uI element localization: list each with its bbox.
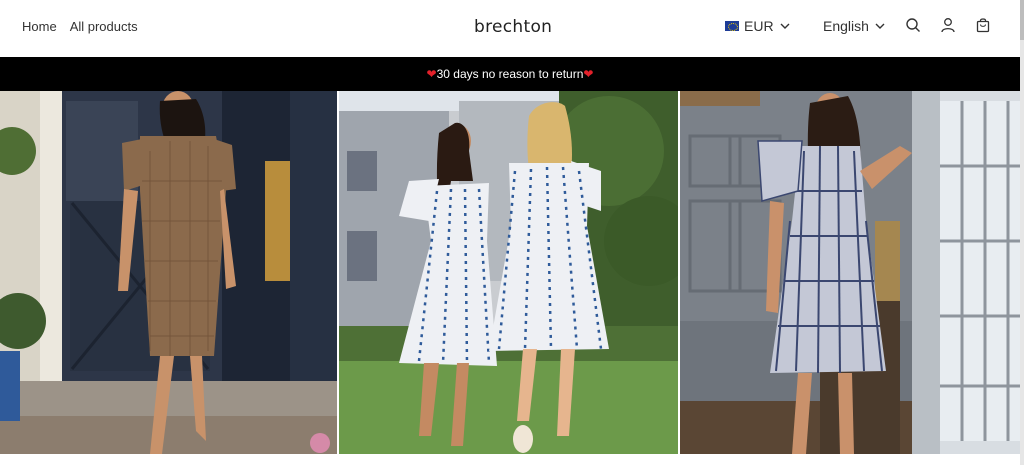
blue-floral-dresses-photo[interactable]	[339, 91, 678, 454]
scrollbar-thumb[interactable]	[1020, 0, 1024, 40]
language-label: English	[823, 18, 869, 34]
nav-home-link[interactable]: Home	[22, 19, 57, 34]
page-scrollbar[interactable]	[1020, 0, 1024, 465]
main-nav: Home All products	[22, 19, 138, 34]
account-icon[interactable]	[940, 17, 956, 33]
plaid-puff-sleeve-dress-photo[interactable]	[680, 91, 1020, 454]
site-header: Home All products brechton EUR English	[0, 0, 1020, 57]
search-icon[interactable]	[905, 17, 921, 33]
header-icons	[905, 17, 991, 33]
nav-all-products-link[interactable]: All products	[70, 19, 138, 34]
currency-selector[interactable]: EUR	[725, 18, 791, 34]
currency-label: EUR	[744, 18, 774, 34]
heart-icon: ❤	[426, 67, 437, 81]
announcement-text: 30 days no reason to return	[436, 67, 584, 81]
eu-flag-icon	[725, 21, 739, 31]
heart-icon: ❤	[583, 67, 594, 81]
chevron-down-icon	[780, 23, 790, 29]
language-selector[interactable]: English	[823, 18, 886, 34]
chevron-down-icon	[875, 23, 885, 29]
brown-check-dress-photo[interactable]	[0, 91, 337, 454]
cart-icon[interactable]	[975, 17, 991, 33]
brand-logo[interactable]: brechton	[474, 17, 552, 37]
announcement-bar: ❤ 30 days no reason to return ❤	[0, 57, 1020, 91]
hero-gallery	[0, 91, 1020, 465]
